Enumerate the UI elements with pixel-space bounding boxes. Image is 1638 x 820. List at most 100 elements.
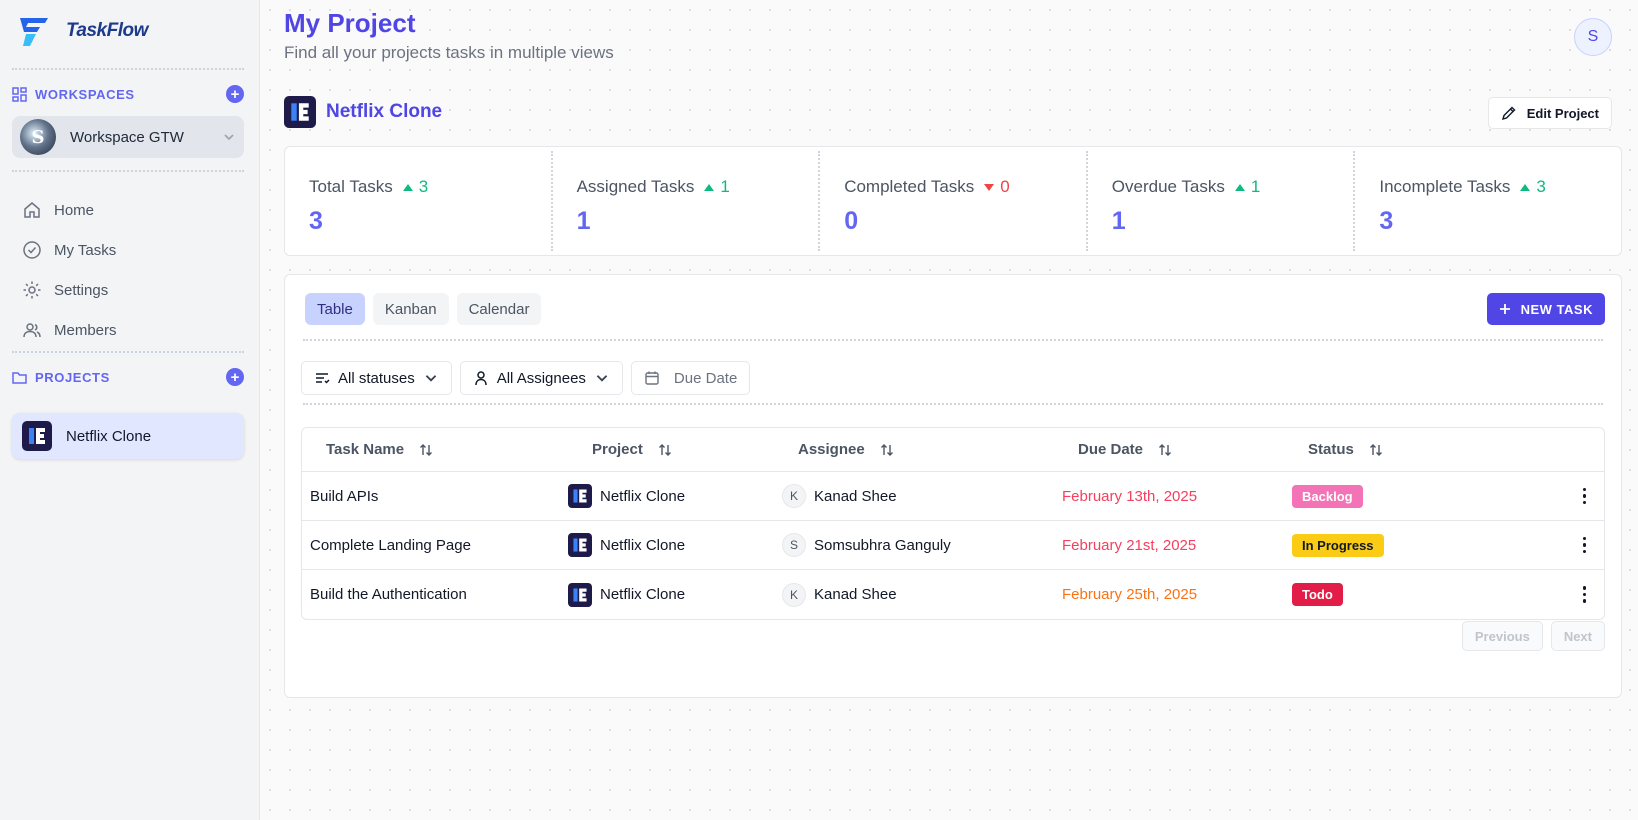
- sidebar-item-members[interactable]: Members: [12, 310, 244, 350]
- row-actions-icon[interactable]: [1582, 487, 1586, 505]
- sort-icon: [1369, 443, 1382, 456]
- gear-icon: [23, 281, 41, 299]
- stat-change: 1: [720, 177, 730, 196]
- folder-icon: [12, 371, 27, 384]
- next-button[interactable]: Next: [1550, 621, 1605, 651]
- project-logo-icon: [22, 421, 52, 451]
- due-date-filter[interactable]: Due Date: [630, 361, 751, 395]
- sidebar-item-settings[interactable]: Settings: [12, 270, 244, 310]
- task-name: Build APIs: [310, 487, 379, 505]
- app-logo[interactable]: TaskFlow: [18, 14, 148, 48]
- project-title: Netflix Clone: [326, 101, 443, 122]
- table-row[interactable]: Complete Landing Page Netflix Clone S So…: [302, 521, 1604, 570]
- tab-table[interactable]: Table: [305, 293, 365, 325]
- tab-kanban[interactable]: Kanban: [372, 293, 449, 325]
- project-logo-icon: [568, 484, 592, 508]
- due-date-placeholder: Due Date: [673, 369, 738, 387]
- column-label: Project: [592, 441, 643, 458]
- avatar: K: [782, 484, 806, 508]
- trend-up-icon: [1520, 183, 1531, 191]
- column-label: Status: [1308, 441, 1354, 458]
- column-assignee[interactable]: Assignee: [774, 441, 1054, 458]
- status-filter-value: All statuses: [338, 369, 415, 387]
- project-name: Netflix Clone: [66, 427, 152, 445]
- task-project: Netflix Clone: [568, 533, 774, 557]
- chevron-down-icon: [596, 375, 608, 382]
- sort-icon: [1159, 443, 1172, 456]
- add-workspace-button[interactable]: +: [226, 85, 244, 103]
- sidebar-item-home[interactable]: Home: [12, 190, 244, 230]
- column-label: Task Name: [326, 441, 405, 458]
- sidebar-item-label: Home: [54, 201, 95, 219]
- task-project: Netflix Clone: [568, 484, 774, 508]
- status-filter[interactable]: All statuses: [301, 361, 452, 395]
- stat-completed-tasks: Completed Tasks 0 0: [820, 151, 1088, 251]
- task-assignee: K Kanad Shee: [774, 582, 1054, 607]
- table-row[interactable]: Build APIs Netflix Clone K Kanad Shee Fe…: [302, 472, 1604, 521]
- stat-total-tasks: Total Tasks 3 3: [285, 151, 553, 251]
- divider: [303, 403, 1603, 405]
- task-name: Complete Landing Page: [310, 536, 471, 554]
- pagination: Previous Next: [1461, 621, 1605, 651]
- trend-up-icon: [704, 183, 715, 191]
- column-due-date[interactable]: Due Date: [1054, 441, 1284, 458]
- grid-icon: [12, 86, 27, 102]
- sidebar: TaskFlow WORKSPACES + S Workspace GTW Ho…: [0, 0, 260, 820]
- assignee-filter[interactable]: All Assignees: [459, 361, 623, 395]
- workspaces-header: WORKSPACES +: [12, 85, 244, 103]
- chevron-down-icon: [425, 375, 436, 382]
- row-actions-icon[interactable]: [1582, 586, 1586, 603]
- divider: [12, 170, 244, 172]
- assignee-filter-value: All Assignees: [496, 369, 586, 387]
- task-status: In Progress: [1284, 533, 1484, 557]
- project-header: Netflix Clone: [284, 96, 442, 128]
- avatar: S: [782, 533, 806, 557]
- sidebar-nav: Home My Tasks Settings Members: [12, 190, 244, 350]
- project-logo-icon: [568, 533, 592, 557]
- calendar-icon: [645, 371, 659, 385]
- view-tabs: Table Kanban Calendar: [305, 293, 542, 325]
- edit-project-button[interactable]: Edit Project: [1487, 97, 1612, 129]
- previous-button[interactable]: Previous: [1461, 621, 1543, 651]
- avatar: K: [782, 582, 806, 607]
- row-actions-icon[interactable]: [1582, 536, 1586, 554]
- stat-value: 0: [844, 207, 859, 235]
- column-label: Assignee: [798, 441, 865, 458]
- user-avatar[interactable]: S: [1574, 18, 1612, 56]
- sidebar-item-label: Members: [54, 321, 117, 339]
- workspace-switcher[interactable]: S Workspace GTW: [12, 116, 244, 158]
- users-icon: [23, 323, 41, 338]
- stat-trend: 0: [984, 177, 1010, 197]
- stat-value: 3: [309, 207, 323, 235]
- list-filter-icon: [316, 373, 330, 384]
- app-name: TaskFlow: [66, 20, 148, 41]
- stat-trend: 3: [1520, 177, 1546, 197]
- tab-calendar[interactable]: Calendar: [456, 293, 542, 325]
- sort-icon: [420, 443, 433, 456]
- column-task-name[interactable]: Task Name: [302, 441, 568, 458]
- column-project[interactable]: Project: [568, 441, 774, 458]
- divider: [12, 351, 244, 353]
- stat-value: 1: [576, 207, 591, 235]
- sort-icon: [880, 443, 893, 456]
- sidebar-item-project[interactable]: Netflix Clone: [12, 413, 244, 459]
- table-row[interactable]: Build the Authentication Netflix Clone K…: [302, 570, 1604, 619]
- divider: [12, 68, 244, 70]
- stat-trend: 1: [1234, 177, 1260, 197]
- stats-panel: Total Tasks 3 3 Assigned Tasks 1 1 Compl…: [284, 146, 1622, 256]
- projects-header: PROJECTS +: [12, 368, 244, 386]
- project-logo-icon: [284, 96, 316, 128]
- user-icon: [474, 371, 487, 386]
- status-badge: Backlog: [1292, 484, 1363, 508]
- stat-label: Incomplete Tasks: [1379, 177, 1511, 196]
- column-status[interactable]: Status: [1284, 441, 1484, 458]
- table-header: Task Name Project Assignee Due Date Stat…: [302, 428, 1604, 472]
- projects-label: PROJECTS: [35, 369, 110, 385]
- sidebar-item-my-tasks[interactable]: My Tasks: [12, 230, 244, 270]
- chevron-down-icon: [224, 134, 234, 141]
- new-task-button[interactable]: NEW TASK: [1486, 293, 1605, 325]
- add-project-button[interactable]: +: [226, 368, 244, 386]
- assignee-name: Kanad Shee: [814, 487, 897, 505]
- trend-down-icon: [984, 183, 995, 191]
- task-assignee: K Kanad Shee: [774, 484, 1054, 508]
